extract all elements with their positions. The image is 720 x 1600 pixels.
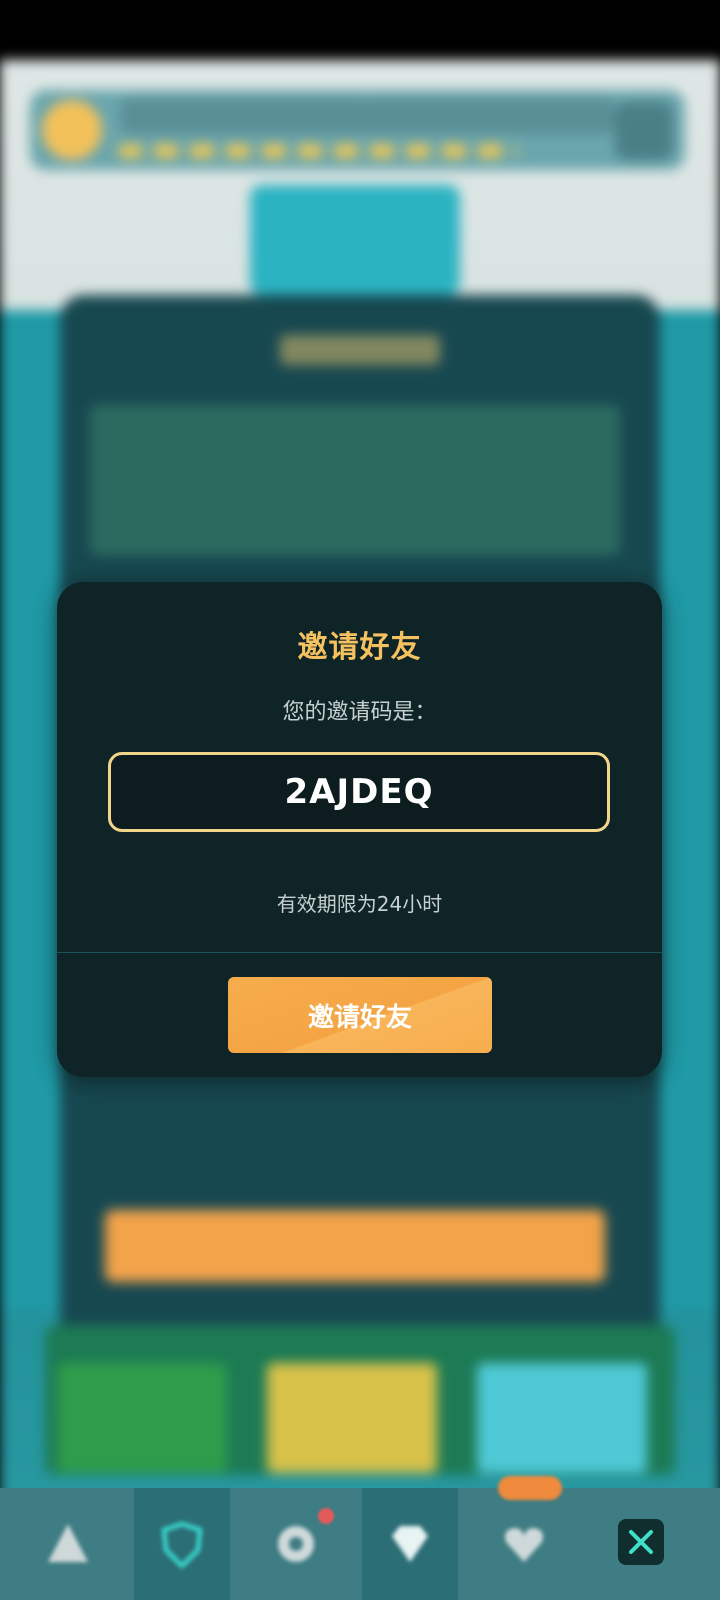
notification-dot: [318, 1508, 334, 1524]
diamond-icon: [392, 1526, 428, 1562]
resource-bar-2: [365, 98, 615, 134]
invite-friend-dialog: 邀请好友 您的邀请码是： 2AJDEQ 有效期限为24小时 邀请好友: [57, 582, 662, 1077]
top-hud: [30, 90, 685, 170]
invite-code-box[interactable]: 2AJDEQ: [108, 752, 610, 832]
dialog-title: 邀请好友: [297, 630, 422, 665]
background-card: [477, 1363, 647, 1473]
background-panel-title: [280, 335, 440, 365]
background-card: [267, 1363, 437, 1473]
invite-friend-button[interactable]: 邀请好友: [228, 977, 492, 1053]
background-card-row: [45, 1325, 675, 1475]
invite-friend-button-label: 邀请好友: [307, 1001, 412, 1032]
player-level-icon: [42, 100, 102, 160]
task-card: [250, 185, 460, 295]
nav-item-gear[interactable]: [248, 1488, 344, 1600]
invite-code: 2AJDEQ: [284, 772, 434, 812]
bottom-navigation: [0, 1488, 720, 1600]
divider: [57, 952, 662, 953]
notification-badge: [498, 1476, 562, 1500]
background-panel-text: [90, 405, 620, 555]
status-bar: [0, 0, 720, 60]
gear-icon: [278, 1526, 314, 1562]
close-icon: [629, 1530, 653, 1554]
progress-bar: [118, 144, 518, 158]
heart-icon: [505, 1528, 543, 1562]
invite-code-label: 您的邀请码是：: [282, 700, 437, 725]
validity-text: 有效期限为24小时: [276, 892, 443, 916]
resource-bar-1: [120, 98, 370, 134]
nav-item-home[interactable]: [20, 1488, 116, 1600]
nav-item-shield[interactable]: [134, 1488, 230, 1600]
background-card: [57, 1363, 227, 1473]
nav-item-heart[interactable]: [476, 1488, 572, 1600]
settings-gear-icon: [615, 102, 673, 160]
close-button[interactable]: [618, 1519, 664, 1565]
triangle-icon: [48, 1524, 88, 1562]
nav-item-diamond[interactable]: [362, 1488, 458, 1600]
shield-icon: [161, 1521, 203, 1568]
background-orange-button: [105, 1210, 605, 1282]
